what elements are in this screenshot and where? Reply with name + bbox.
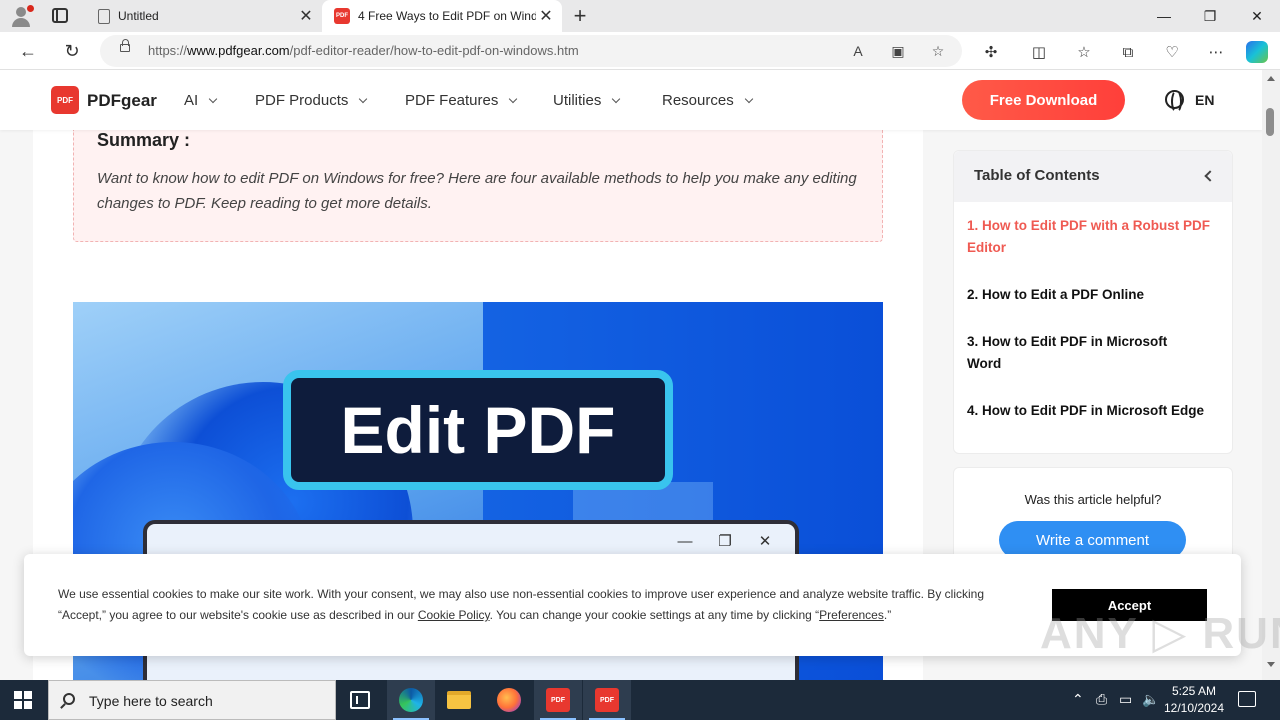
- minimize-button[interactable]: —: [1141, 0, 1187, 32]
- tab-pdfgear[interactable]: PDF 4 Free Ways to Edit PDF on Windows ✕: [322, 0, 562, 32]
- tab-title: Untitled: [118, 9, 159, 23]
- pdfgear-taskbar-button-2[interactable]: PDF: [583, 680, 631, 720]
- task-view-icon: [350, 691, 370, 709]
- summary-title: Summary :: [97, 130, 191, 150]
- toc-item-2[interactable]: 2. How to Edit a PDF Online: [967, 284, 1222, 306]
- cookie-policy-link[interactable]: Cookie Policy: [418, 608, 490, 622]
- free-download-button[interactable]: Free Download: [962, 80, 1125, 120]
- immersive-reader-icon[interactable]: ▣: [888, 41, 908, 61]
- extensions-icon[interactable]: ✣: [980, 41, 1002, 63]
- browser-toolbar: ← ↻ https://www.pdfgear.com/pdf-editor-r…: [0, 32, 1280, 70]
- more-menu-icon[interactable]: ⋯: [1205, 41, 1227, 63]
- task-view-button[interactable]: [336, 680, 384, 720]
- tab-actions-icon[interactable]: [52, 8, 68, 23]
- nav-utilities[interactable]: Utilities: [553, 92, 621, 109]
- refresh-icon[interactable]: ↻: [60, 39, 84, 63]
- lock-icon[interactable]: [120, 39, 130, 52]
- chevron-left-icon[interactable]: [1204, 170, 1216, 182]
- cookie-text: We use essential cookies to make our sit…: [58, 587, 984, 622]
- preferences-link[interactable]: Preferences: [819, 608, 884, 622]
- edit-pdf-badge: Edit PDF: [283, 370, 673, 490]
- search-placeholder: Type here to search: [89, 693, 213, 709]
- explorer-taskbar-button[interactable]: [435, 680, 483, 720]
- device-icon[interactable]: ⎙: [1096, 691, 1107, 708]
- show-hidden-icons[interactable]: ⌃: [1072, 691, 1084, 708]
- chevron-down-icon: [208, 94, 218, 103]
- language-selector[interactable]: EN: [1195, 92, 1214, 108]
- chevron-down-icon: [744, 94, 753, 103]
- edge-taskbar-button[interactable]: [387, 680, 435, 720]
- url-text[interactable]: https://www.pdfgear.com/pdf-editor-reade…: [148, 43, 579, 58]
- search-icon: [63, 693, 75, 705]
- network-icon[interactable]: ▭: [1119, 691, 1132, 708]
- close-window-button[interactable]: ✕: [1234, 0, 1280, 32]
- scroll-up-icon[interactable]: [1267, 76, 1275, 81]
- favorites-icon[interactable]: ☆: [1073, 41, 1095, 63]
- close-icon: ✕: [758, 533, 772, 550]
- split-screen-icon[interactable]: ◫: [1028, 41, 1050, 63]
- taskbar-clock[interactable]: 5:25 AM 12/10/2024: [1158, 683, 1230, 717]
- favorite-star-icon[interactable]: ☆: [928, 41, 948, 61]
- read-aloud-icon[interactable]: A: [848, 41, 868, 61]
- back-arrow-icon[interactable]: ←: [16, 39, 40, 63]
- toc-title: Table of Contents: [974, 167, 1100, 184]
- notifications-icon[interactable]: [1238, 691, 1256, 707]
- new-tab-button[interactable]: +: [568, 3, 592, 28]
- pdfgear-logo-icon[interactable]: PDF: [51, 86, 79, 114]
- site-header: PDF PDFgear AI PDF Products PDF Features…: [0, 70, 1262, 130]
- nav-resources[interactable]: Resources: [662, 92, 753, 109]
- page-scrollbar[interactable]: [1262, 70, 1280, 680]
- summary-box: Summary : Want to know how to edit PDF o…: [73, 130, 883, 242]
- edge-icon: [399, 688, 423, 712]
- maximize-button[interactable]: ❐: [1187, 0, 1233, 32]
- pdfgear-icon: PDF: [546, 688, 570, 712]
- browser-essentials-icon[interactable]: ♡: [1161, 41, 1183, 63]
- copilot-icon[interactable]: [1246, 41, 1268, 63]
- scroll-thumb[interactable]: [1266, 108, 1274, 136]
- firefox-taskbar-button[interactable]: [485, 680, 533, 720]
- clock-date: 12/10/2024: [1163, 701, 1225, 715]
- pdfgear-favicon-icon: PDF: [334, 8, 350, 24]
- restore-icon: ❐: [718, 533, 732, 550]
- close-tab-icon[interactable]: ✕: [536, 6, 556, 26]
- tab-untitled[interactable]: Untitled ✕: [84, 0, 322, 32]
- close-tab-icon[interactable]: ✕: [296, 6, 316, 26]
- clock-time: 5:25 AM: [1171, 684, 1217, 698]
- scroll-down-icon[interactable]: [1267, 662, 1275, 667]
- helpful-question: Was this article helpful?: [1024, 492, 1162, 507]
- address-bar[interactable]: https://www.pdfgear.com/pdf-editor-reade…: [100, 35, 962, 67]
- nav-pdf-features[interactable]: PDF Features: [405, 92, 518, 109]
- toc-item-3[interactable]: 3. How to Edit PDF in Microsoft Word: [967, 331, 1197, 375]
- collections-icon[interactable]: ⧉: [1117, 41, 1139, 63]
- toc-header[interactable]: Table of Contents: [954, 151, 1232, 202]
- anyrun-watermark: ANY ▷ RUN: [1040, 609, 1280, 658]
- summary-text: Want to know how to edit PDF on Windows …: [97, 170, 857, 212]
- globe-icon[interactable]: [1165, 90, 1184, 113]
- minimize-icon: —: [677, 532, 693, 550]
- folder-icon: [447, 691, 471, 709]
- toc-item-1[interactable]: 1. How to Edit PDF with a Robust PDF Edi…: [967, 215, 1222, 259]
- profile-icon[interactable]: [8, 4, 34, 28]
- chevron-down-icon: [509, 94, 518, 103]
- tab-title: 4 Free Ways to Edit PDF on Windows: [358, 9, 536, 23]
- toc-item-4[interactable]: 4. How to Edit PDF in Microsoft Edge: [967, 400, 1222, 422]
- windows-start-icon[interactable]: [14, 691, 32, 709]
- volume-icon[interactable]: 🔈: [1142, 691, 1159, 708]
- pdfgear-taskbar-button[interactable]: PDF: [534, 680, 582, 720]
- site-logo-text[interactable]: PDFgear: [87, 91, 157, 111]
- nav-ai[interactable]: AI: [184, 92, 218, 109]
- pdfgear-icon: PDF: [595, 688, 619, 712]
- windows-taskbar: Type here to search PDF PDF ⌃ ⎙ ▭ 🔈 5:25…: [0, 680, 1280, 720]
- document-icon: [98, 8, 110, 24]
- nav-pdf-products[interactable]: PDF Products: [255, 92, 368, 109]
- table-of-contents: Table of Contents 1. How to Edit PDF wit…: [953, 150, 1233, 454]
- taskbar-search[interactable]: Type here to search: [48, 680, 336, 720]
- tab-bar: Untitled ✕ PDF 4 Free Ways to Edit PDF o…: [0, 0, 1280, 32]
- chevron-down-icon: [359, 94, 368, 103]
- chevron-down-icon: [612, 94, 621, 103]
- firefox-icon: [497, 688, 521, 712]
